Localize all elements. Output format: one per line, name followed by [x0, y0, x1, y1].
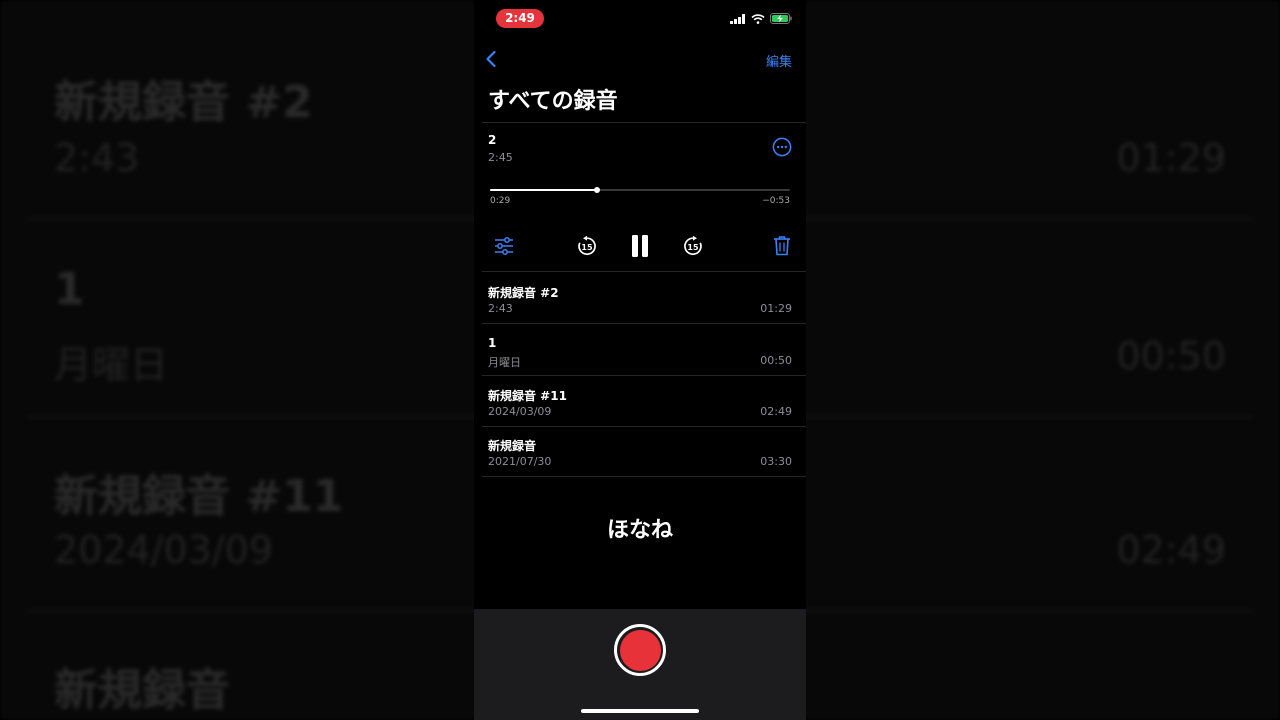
divider [482, 476, 806, 477]
skip-forward-button[interactable]: 15 [681, 234, 705, 258]
recording-duration: 00:50 [760, 354, 792, 367]
bg-row-duration: 02:49 [1116, 528, 1226, 572]
recording-duration: 03:30 [760, 455, 792, 468]
divider [482, 122, 806, 123]
status-icons [730, 13, 792, 24]
scrubber-progress [490, 189, 597, 191]
recording-duration: 02:49 [760, 405, 792, 418]
recording-name: 1 [488, 336, 497, 350]
recording-name: 新規録音 #11 [488, 389, 567, 403]
recording-date: 2024/03/09 [488, 405, 552, 418]
current-recording-name: 2 [488, 133, 497, 147]
recording-duration: 01:29 [760, 302, 792, 315]
chevron-left-icon [486, 50, 496, 68]
more-options-icon[interactable] [772, 137, 792, 157]
edit-button[interactable]: 編集 [766, 51, 792, 70]
current-recording-date: 2:45 [488, 151, 513, 164]
bg-row-subtitle: 月曜日 [54, 343, 169, 387]
bg-row-title: 1 [54, 264, 85, 315]
recording-row[interactable]: 新規録音 #2 2:43 01:29 [474, 273, 806, 324]
bg-row-subtitle: 2024/03/09 [54, 528, 274, 572]
pause-icon [632, 235, 648, 257]
wifi-icon [751, 13, 765, 24]
scrubber-handle[interactable] [593, 187, 600, 193]
elapsed-time: 0:29 [490, 196, 511, 206]
settings-sliders-icon [495, 237, 513, 255]
remaining-time: −0:53 [762, 196, 790, 206]
recording-date: 2:43 [488, 302, 513, 315]
skip-back-button[interactable]: 15 [575, 234, 599, 258]
recording-name: 新規録音 #2 [488, 286, 559, 300]
divider [482, 271, 806, 272]
bg-row-title: 新規録音 #2 [54, 77, 313, 128]
page-title: すべての録音 [488, 89, 618, 114]
video-caption: ほなね [606, 518, 673, 543]
record-button[interactable] [614, 624, 666, 676]
skip-back-label: 15 [581, 243, 593, 252]
edit-options-button[interactable] [492, 234, 516, 258]
back-button[interactable] [480, 48, 502, 70]
bg-row-duration: 00:50 [1116, 334, 1226, 378]
bg-row-title: 新規録音 [54, 665, 230, 716]
trash-icon [774, 235, 790, 255]
record-bar [474, 609, 806, 720]
home-indicator[interactable] [581, 709, 699, 713]
recording-date: 2021/07/30 [488, 455, 552, 468]
recording-row[interactable]: 新規録音 2021/07/30 03:30 [474, 426, 806, 477]
battery-charging-icon [770, 13, 792, 24]
pause-button[interactable] [627, 232, 653, 260]
playback-scrubber[interactable] [490, 184, 790, 196]
recording-row[interactable]: 新規録音 #11 2024/03/09 02:49 [474, 376, 806, 427]
skip-forward-label: 15 [687, 243, 699, 252]
bg-row-subtitle: 2:43 [54, 136, 140, 180]
phone-screen: 2:49 編集 すべての録音 2 2:45 0:29 −0:53 15 15 新… [474, 0, 806, 720]
recording-name: 新規録音 [488, 439, 537, 453]
skip-forward-15-icon: 15 [684, 235, 702, 256]
divider [482, 323, 806, 324]
recording-row[interactable]: 1 月曜日 00:50 [474, 325, 806, 376]
bg-row-duration: 01:29 [1116, 136, 1226, 180]
status-time: 2:49 [496, 9, 544, 28]
record-icon [619, 629, 661, 671]
delete-button[interactable] [771, 233, 793, 257]
signal-icon [730, 13, 745, 24]
skip-back-15-icon: 15 [578, 235, 596, 256]
recording-date: 月曜日 [488, 356, 521, 369]
bg-row-title: 新規録音 #11 [54, 471, 344, 522]
